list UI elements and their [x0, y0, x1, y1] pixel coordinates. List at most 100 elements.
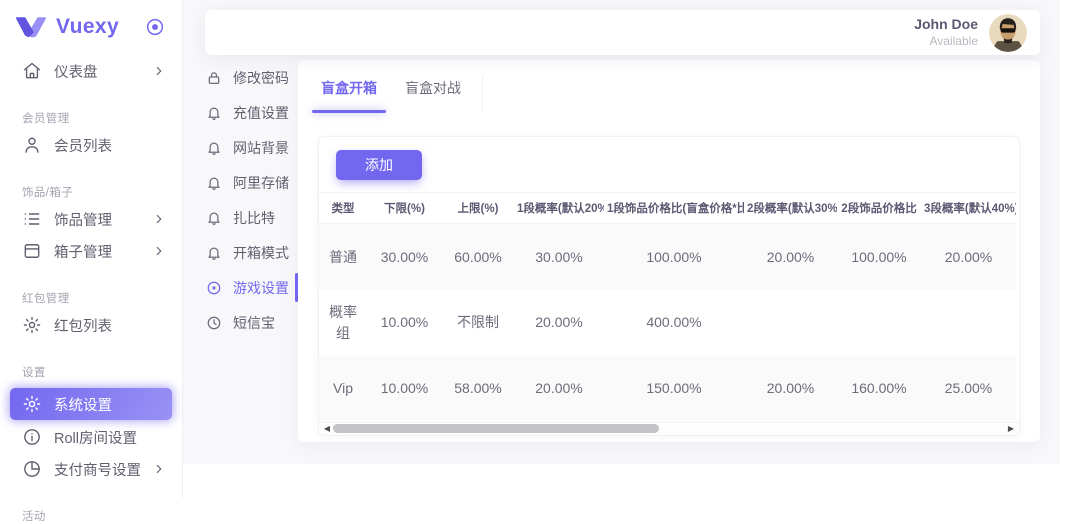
table-cell: 30.00%	[367, 224, 442, 290]
table-cell	[744, 290, 837, 356]
sidebar-item-label: 箱子管理	[54, 241, 112, 262]
scrollbar-thumb[interactable]	[333, 424, 659, 433]
sidebar-item-member-list[interactable]: 会员列表	[0, 130, 182, 160]
logo-row: Vuexy	[0, 0, 182, 54]
list-icon	[22, 209, 42, 229]
nav-section-redpacket: 红包管理	[0, 290, 182, 306]
table-cell: 100.00%	[837, 224, 921, 290]
column-header-type: 类型	[319, 193, 367, 224]
table-row-normal: 普通 30.00% 60.00% 30.00% 100.00% 20.00% 1…	[319, 224, 1016, 290]
scroll-left-arrow-icon[interactable]: ◀	[322, 422, 332, 435]
info-circle-icon	[22, 427, 42, 447]
table-cell: 20.00%	[514, 290, 604, 356]
submenu-item-label: 修改密码	[233, 68, 289, 88]
main-sidebar: Vuexy 仪表盘 会员管理 会员列表 饰品/箱子 饰品管理	[0, 0, 183, 498]
tabs-divider	[482, 75, 483, 113]
menu-pin-toggle-icon[interactable]	[144, 16, 166, 38]
main-content-card: 盲盒开箱 盲盒对战 添加 类型 下限(%) 上限(%) 1段概率(默认20%) …	[298, 60, 1040, 442]
table-cell: 10.00%	[367, 290, 442, 356]
table-cell: 20.00%	[514, 356, 604, 422]
chevron-right-icon	[152, 64, 166, 78]
column-header-upper-limit: 上限(%)	[442, 193, 514, 224]
sidebar-item-payment-merchant-settings[interactable]: 支付商号设置	[0, 454, 182, 484]
tab-bar: 盲盒开箱 盲盒对战	[298, 60, 1040, 113]
sidebar-item-dashboard[interactable]: 仪表盘	[0, 56, 182, 86]
sidebar-item-item-management[interactable]: 饰品管理	[0, 204, 182, 234]
sidebar-item-label: 仪表盘	[54, 61, 98, 82]
sidebar-item-box-management[interactable]: 箱子管理	[0, 236, 182, 266]
column-header-lower-limit: 下限(%)	[367, 193, 442, 224]
nav-section-items-boxes: 饰品/箱子	[0, 184, 182, 200]
table-cell: 58.00%	[442, 356, 514, 422]
game-settings-panel: 添加 类型 下限(%) 上限(%) 1段概率(默认20%) 1段饰品价格比(盲盒…	[318, 136, 1020, 436]
bell-icon	[206, 210, 222, 226]
tab-blindbox-open[interactable]: 盲盒开箱	[312, 75, 386, 113]
app-title: Vuexy	[56, 15, 144, 39]
lock-icon	[206, 70, 222, 86]
gear-icon	[22, 394, 42, 414]
table-cell: 20.00%	[744, 356, 837, 422]
pie-chart-icon	[22, 459, 42, 479]
chevron-right-icon	[152, 244, 166, 258]
horizontal-scrollbar[interactable]: ◀ ▶	[319, 422, 1019, 435]
sidebar-item-label: 红包列表	[54, 315, 112, 336]
submenu-item-label: 网站背景	[233, 138, 289, 158]
gear-icon	[22, 315, 42, 335]
submenu-item-zhabite[interactable]: 扎比特	[206, 200, 288, 235]
sidebar-item-system-settings[interactable]: 系统设置	[10, 388, 172, 420]
nav-section-settings: 设置	[0, 364, 182, 380]
submenu-item-sms-treasure[interactable]: 短信宝	[206, 305, 288, 340]
submenu-item-ali-storage[interactable]: 阿里存储	[206, 165, 288, 200]
submenu-item-recharge-settings[interactable]: 充值设置	[206, 95, 288, 130]
user-status: Available	[914, 34, 978, 49]
probability-table: 类型 下限(%) 上限(%) 1段概率(默认20%) 1段饰品价格比(盲盒价格*…	[319, 192, 1016, 422]
chevron-right-icon	[152, 462, 166, 476]
table-cell: 400.00%	[604, 290, 744, 356]
table-header-row: 类型 下限(%) 上限(%) 1段概率(默认20%) 1段饰品价格比(盲盒价格*…	[319, 193, 1016, 224]
bell-icon	[206, 175, 222, 191]
tab-blindbox-battle[interactable]: 盲盒对战	[396, 75, 470, 113]
sidebar-item-roll-room-settings[interactable]: Roll房间设置	[0, 422, 182, 452]
column-header-seg2-price-ratio: 2段饰品价格比	[837, 193, 921, 224]
table-cell: 普通	[319, 224, 367, 290]
bell-icon	[206, 105, 222, 121]
user-name: John Doe	[914, 16, 978, 34]
sidebar-item-label: 支付商号设置	[54, 459, 141, 480]
sidebar-item-label: Roll房间设置	[54, 427, 137, 448]
table-cell: 20.00%	[744, 224, 837, 290]
submenu-item-site-background[interactable]: 网站背景	[206, 130, 288, 165]
vuexy-logo-icon	[16, 16, 46, 38]
chevron-right-icon	[152, 212, 166, 226]
nav-section-activity: 活动	[0, 508, 182, 524]
circle-dot-icon	[206, 280, 222, 296]
box-icon	[22, 241, 42, 261]
table-cell: 概率组	[319, 290, 367, 356]
sidebar-item-label: 系统设置	[54, 394, 112, 415]
sidebar-item-label: 饰品管理	[54, 209, 112, 230]
submenu-item-label: 扎比特	[233, 208, 275, 228]
table-cell: 不限制	[442, 290, 514, 356]
column-header-seg3-prob: 3段概率(默认40%)	[921, 193, 1016, 224]
add-button[interactable]: 添加	[336, 150, 422, 180]
column-header-seg2-prob: 2段概率(默认30%)	[744, 193, 837, 224]
settings-submenu: 修改密码 充值设置 网站背景 阿里存储 扎比特 开箱模式 游戏设置	[206, 60, 288, 340]
table-row-vip: Vip 10.00% 58.00% 20.00% 150.00% 20.00% …	[319, 356, 1016, 422]
table-cell: 60.00%	[442, 224, 514, 290]
avatar[interactable]	[989, 14, 1027, 52]
submenu-item-game-settings[interactable]: 游戏设置	[206, 270, 288, 305]
nav-section-members: 会员管理	[0, 110, 182, 126]
table-cell: 20.00%	[921, 224, 1016, 290]
table-cell	[837, 290, 921, 356]
table-cell: 25.00%	[921, 356, 1016, 422]
table-row-probability-group: 概率组 10.00% 不限制 20.00% 400.00%	[319, 290, 1016, 356]
bell-icon	[206, 140, 222, 156]
table-cell: 160.00%	[837, 356, 921, 422]
top-header-bar: John Doe Available	[205, 10, 1040, 55]
clock-icon	[206, 315, 222, 331]
submenu-item-change-password[interactable]: 修改密码	[206, 60, 288, 95]
home-icon	[22, 61, 42, 81]
submenu-item-unbox-mode[interactable]: 开箱模式	[206, 235, 288, 270]
sidebar-item-redpacket-list[interactable]: 红包列表	[0, 310, 182, 340]
submenu-item-label: 游戏设置	[233, 278, 289, 298]
scroll-right-arrow-icon[interactable]: ▶	[1006, 422, 1016, 435]
